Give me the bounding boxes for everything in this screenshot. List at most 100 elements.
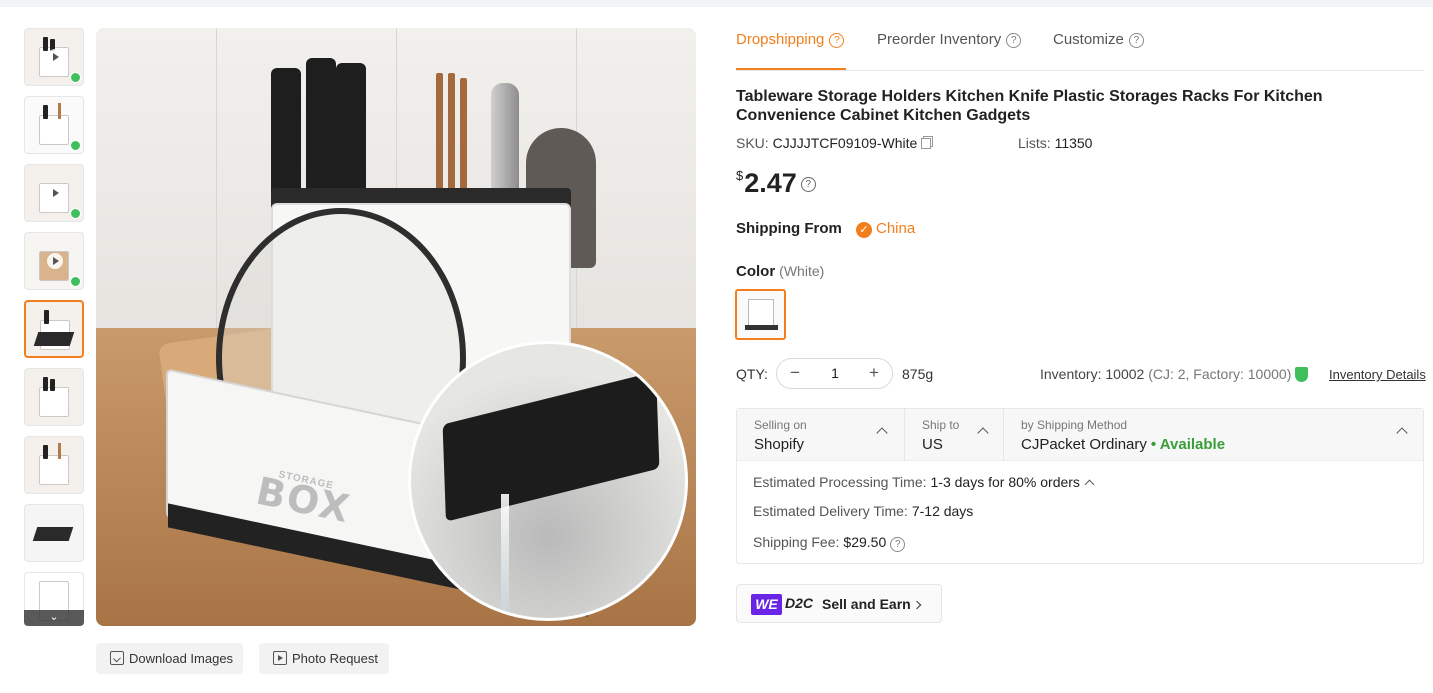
tab-dropshipping[interactable]: Dropshipping?: [736, 31, 845, 48]
tab-label: Preorder Inventory: [877, 31, 1002, 48]
increment-button[interactable]: +: [864, 363, 884, 383]
processing-time-label: Estimated Processing Time:: [753, 474, 927, 490]
sku-value: CJJJJTCF09109-White: [772, 135, 918, 151]
thumbnail-product: [39, 455, 69, 485]
delivery-time-row: Estimated Delivery Time: 7-12 days: [753, 503, 973, 519]
swatch-product-base: [745, 325, 778, 330]
delivery-time-label: Estimated Delivery Time:: [753, 503, 908, 519]
shipping-fee-label: Shipping Fee:: [753, 534, 840, 550]
thumbnail[interactable]: [24, 164, 84, 222]
selling-on-label: Selling on: [754, 418, 807, 432]
thumbnail-product: [39, 115, 69, 145]
thumbnail-knife: [43, 445, 48, 459]
mode-tabs: Dropshipping? Preorder Inventory? Custom…: [736, 28, 1424, 71]
thumbnail-tray: [32, 527, 74, 541]
question-icon[interactable]: ?: [1128, 33, 1144, 48]
download-icon: [110, 651, 124, 665]
sell-and-earn-button[interactable]: WE D2C Sell and Earn: [736, 584, 942, 623]
video-icon: [273, 651, 287, 665]
thumbnail-knife: [43, 37, 48, 51]
chevron-right-icon: [912, 600, 921, 610]
thumbnail[interactable]: [24, 96, 84, 154]
inventory-total: Inventory: 10002: [1040, 366, 1145, 382]
shield-icon: [1295, 367, 1309, 382]
play-icon: [47, 49, 63, 65]
tab-customize[interactable]: Customize?: [1053, 31, 1144, 48]
play-icon: [47, 253, 63, 269]
color-label: Color: [736, 263, 776, 280]
image-drip-tray: [442, 371, 660, 522]
inventory-details-link[interactable]: Inventory Details: [1329, 367, 1426, 382]
photo-request-button[interactable]: Photo Request: [259, 643, 389, 674]
photo-request-label: Photo Request: [292, 651, 379, 666]
thumbnail-strip[interactable]: [24, 28, 84, 626]
price: $2.47?: [736, 168, 816, 199]
main-product-image[interactable]: STORAGE BOX: [96, 28, 696, 626]
whatsapp-icon: [70, 276, 81, 287]
thumbnail-knife: [43, 105, 48, 119]
copy-icon[interactable]: [921, 138, 932, 149]
chevron-up-icon: [977, 427, 989, 439]
color-swatch-white[interactable]: [735, 289, 786, 340]
color-row: Color (White): [736, 263, 824, 280]
shipping-method-value: CJPacket Ordinary • Available: [1021, 436, 1225, 453]
tab-preorder-inventory[interactable]: Preorder Inventory?: [877, 31, 1022, 48]
weight: 875g: [902, 366, 934, 382]
selling-on-value: Shopify: [754, 436, 805, 453]
thumbnail-knife: [44, 310, 49, 324]
chevron-up-icon[interactable]: [1084, 479, 1095, 490]
tab-label: Customize: [1053, 31, 1124, 48]
selling-on-selector[interactable]: Selling on Shopify: [737, 409, 905, 461]
thumbnail-chopsticks: [58, 443, 61, 459]
image-knife: [306, 58, 336, 198]
availability-badge: • Available: [1150, 436, 1226, 453]
thumbnail[interactable]: [24, 28, 84, 86]
thumbnail-knife: [50, 379, 55, 391]
shipping-selectors: Selling on Shopify Ship to US by Shippin…: [737, 409, 1423, 461]
scroll-down-button[interactable]: ⌄: [24, 610, 84, 626]
color-selected: (White): [779, 263, 825, 279]
shipping-method-selector[interactable]: by Shipping Method CJPacket Ordinary • Av…: [1004, 409, 1423, 461]
thumbnail[interactable]: [24, 368, 84, 426]
d2c-logo: D2C: [785, 595, 814, 611]
processing-time-value: 1-3 days for 80% orders: [930, 474, 1080, 490]
question-icon[interactable]: ?: [800, 177, 816, 192]
thumbnail[interactable]: [24, 232, 84, 290]
thumbnail-product: [39, 387, 69, 417]
sku-row: SKU: CJJJJTCF09109-White: [736, 135, 932, 151]
lists-value: 11350: [1054, 135, 1093, 151]
download-images-button[interactable]: Download Images: [96, 643, 243, 674]
chevron-up-icon: [1396, 427, 1408, 439]
currency-symbol: $: [736, 168, 744, 183]
shipping-fee-value: $29.50: [843, 534, 887, 550]
question-icon[interactable]: ?: [829, 33, 845, 48]
image-water: [501, 494, 509, 614]
shipping-from-option[interactable]: ✓ China: [856, 220, 915, 238]
delivery-time-value: 7-12 days: [911, 503, 974, 519]
processing-time-row: Estimated Processing Time: 1-3 days for 8…: [753, 474, 1095, 490]
shipping-panel: Selling on Shopify Ship to US by Shippin…: [736, 408, 1424, 564]
product-title: Tableware Storage Holders Kitchen Knife …: [736, 88, 1323, 124]
image-tile-line: [216, 28, 217, 358]
thumbnail-active[interactable]: [24, 300, 84, 358]
we-logo: WE: [751, 594, 782, 615]
chevron-down-icon: ⌄: [49, 611, 59, 623]
shipping-method-name: CJPacket Ordinary: [1021, 436, 1147, 453]
quantity-input[interactable]: 1: [812, 365, 858, 381]
question-icon[interactable]: ?: [1006, 33, 1022, 48]
sell-and-earn-text: Sell and Earn: [822, 596, 921, 612]
image-knife: [336, 63, 366, 203]
whatsapp-icon: [70, 72, 81, 83]
price-value: 2.47: [744, 168, 797, 198]
inventory-summary: Inventory: 10002 (CJ: 2, Factory: 10000): [1040, 366, 1316, 382]
shipping-fee-row: Shipping Fee: $29.50?: [753, 534, 906, 552]
top-divider: [0, 0, 1433, 7]
ship-to-value: US: [922, 436, 943, 453]
thumbnail[interactable]: [24, 504, 84, 562]
question-icon[interactable]: ?: [890, 537, 906, 552]
ship-to-selector[interactable]: Ship to US: [905, 409, 1004, 461]
sell-and-earn-label: Sell and Earn: [822, 596, 911, 612]
decrement-button[interactable]: −: [785, 363, 805, 383]
thumbnail[interactable]: [24, 436, 84, 494]
tab-label: Dropshipping: [736, 31, 825, 48]
